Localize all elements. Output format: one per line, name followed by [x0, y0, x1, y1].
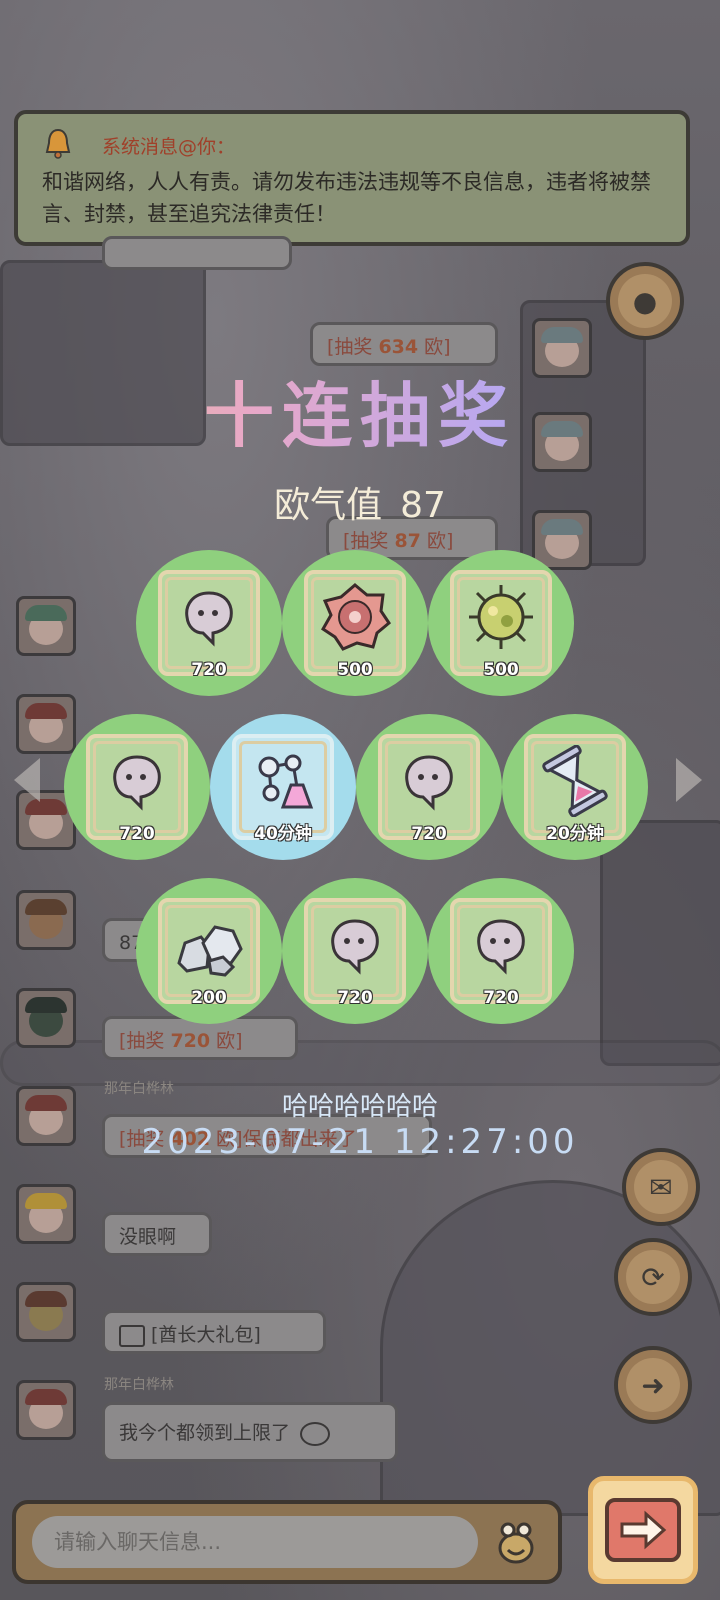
- lottery-amount: 87: [394, 530, 421, 552]
- luck-label: 欧气值: [274, 485, 383, 526]
- reward-item[interactable]: 720: [136, 550, 282, 696]
- lottery-suffix: 欧]: [418, 336, 451, 358]
- avatar[interactable]: [16, 1380, 76, 1440]
- reward-item[interactable]: 200: [136, 878, 282, 1024]
- arrow-right-icon: ➜: [641, 1368, 665, 1402]
- avatar[interactable]: [16, 596, 76, 656]
- chat-input-bar: 请输入聊天信息...: [12, 1500, 562, 1584]
- lottery-prefix: [抽奖: [343, 530, 395, 552]
- background-machine: [600, 820, 720, 1066]
- system-message-panel: 系统消息@你： 和谐网络，人人有责。请勿发布违法违规等不良信息，违者将被禁言、封…: [14, 110, 690, 246]
- next-button[interactable]: ➜: [614, 1346, 692, 1424]
- penguin-icon: ●: [632, 284, 658, 318]
- reward-quantity: 500: [483, 660, 519, 680]
- send-button[interactable]: [588, 1476, 698, 1584]
- reward-quantity: 20分钟: [546, 824, 604, 844]
- soul-blob-icon: [323, 913, 387, 981]
- lottery-prefix: [抽奖: [327, 336, 379, 358]
- chat-bubble[interactable]: 我今个都领到上限了: [102, 1402, 398, 1462]
- gift-chat-bubble[interactable]: [酋长大礼包]: [102, 1310, 326, 1354]
- luck-value: 87: [400, 485, 446, 526]
- lottery-amount: 720: [170, 1030, 211, 1052]
- lottery-suffix: 欧]: [420, 530, 454, 552]
- reward-quantity: 720: [119, 824, 155, 844]
- reward-item[interactable]: 20分钟: [502, 714, 648, 860]
- reward-quantity: 720: [191, 660, 227, 680]
- chat-text: 我今个都领到上限了: [119, 1422, 291, 1444]
- reward-item[interactable]: 720: [282, 878, 428, 1024]
- refresh-button[interactable]: ⟳: [614, 1238, 692, 1316]
- lottery-caption: 哈哈哈哈哈哈: [281, 1092, 438, 1122]
- reward-item[interactable]: 500: [282, 550, 428, 696]
- reward-quantity: 720: [337, 988, 373, 1008]
- gift-box-icon: [119, 1324, 145, 1347]
- reward-item[interactable]: 720: [64, 714, 210, 860]
- reward-quantity: 500: [337, 660, 373, 680]
- reward-quantity: 40分钟: [254, 824, 312, 844]
- reward-quantity: 200: [191, 988, 227, 1008]
- bell-icon: [45, 128, 71, 159]
- system-message-title: 系统消息@你：: [102, 136, 236, 158]
- reward-item[interactable]: 40分钟: [210, 714, 356, 860]
- avatar[interactable]: [16, 890, 76, 950]
- avatar[interactable]: [16, 694, 76, 754]
- chat-bubble: [102, 236, 292, 270]
- reward-quantity: 720: [483, 988, 519, 1008]
- lottery-prefix: [抽奖: [119, 1030, 171, 1052]
- next-arrow-icon[interactable]: [676, 758, 702, 802]
- red-virus-shell-icon: [319, 581, 391, 657]
- stone-pile-icon: [171, 913, 247, 981]
- hourglass-icon: [539, 744, 611, 821]
- reward-item[interactable]: 720: [356, 714, 502, 860]
- chat-text: 没眼啊: [119, 1226, 177, 1248]
- emoji-icon[interactable]: [492, 1518, 540, 1566]
- prev-arrow-icon[interactable]: [14, 758, 40, 802]
- lottery-title: 十连抽奖: [0, 360, 720, 461]
- mail-icon: ✉: [649, 1170, 673, 1204]
- avatar[interactable]: [16, 1282, 76, 1342]
- background-dome: [380, 1180, 720, 1516]
- soul-blob-icon: [397, 749, 461, 817]
- molecule-flask-icon: [247, 745, 319, 821]
- crab-emoji-icon: [300, 1421, 331, 1446]
- system-message-body: 和谐网络，人人有责。请勿发布违法违规等不良信息，违者将被禁言、封禁，甚至追究法律…: [42, 170, 651, 226]
- refresh-icon: ⟳: [641, 1260, 665, 1294]
- avatar[interactable]: [16, 988, 76, 1048]
- reward-quantity: 720: [411, 824, 447, 844]
- green-virus-cell-icon: [465, 581, 537, 657]
- soul-blob-icon: [105, 749, 169, 817]
- luck-value-row: 欧气值 87: [0, 476, 720, 528]
- qq-share-button[interactable]: ●: [606, 262, 684, 340]
- chat-input[interactable]: 请输入聊天信息...: [32, 1516, 478, 1568]
- chat-username: 那年白桦林: [104, 1377, 174, 1393]
- arrow-right-icon: [620, 1510, 667, 1550]
- soul-blob-icon: [469, 913, 533, 981]
- soul-blob-icon: [177, 585, 241, 653]
- lottery-amount: 634: [378, 336, 419, 358]
- lottery-suffix: 欧]: [210, 1030, 243, 1052]
- lottery-timestamp: 2023-07-21 12:27:00: [141, 1122, 579, 1162]
- avatar[interactable]: [16, 1184, 76, 1244]
- chat-text: [酋长大礼包]: [151, 1324, 261, 1346]
- chat-bubble[interactable]: 没眼啊: [102, 1212, 212, 1256]
- reward-item[interactable]: 720: [428, 878, 574, 1024]
- reward-item[interactable]: 500: [428, 550, 574, 696]
